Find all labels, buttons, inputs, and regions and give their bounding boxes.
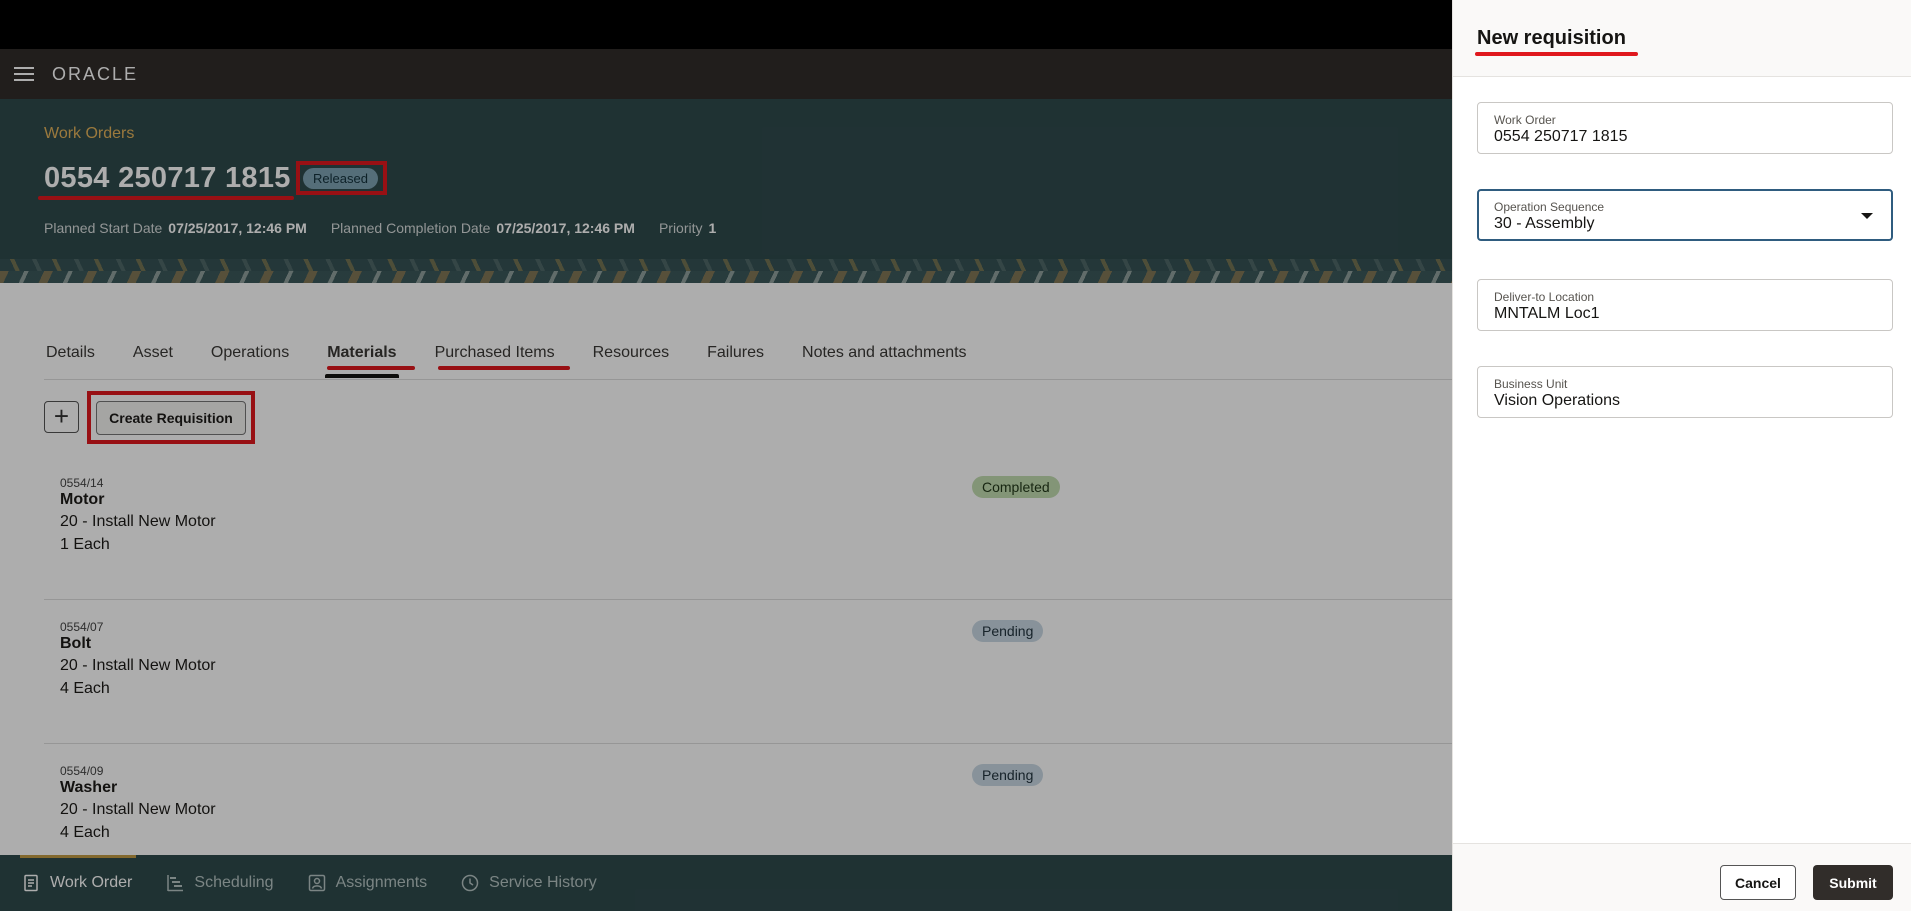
field-value: Vision Operations [1494, 392, 1620, 409]
work-order-field[interactable]: Work Order 0554 250717 1815 [1477, 102, 1893, 154]
drawer-title-highlight-underline [1475, 52, 1638, 56]
field-label: Work Order [1494, 113, 1556, 127]
chevron-down-icon[interactable] [1861, 213, 1873, 219]
new-requisition-drawer: New requisition Work Order 0554 250717 1… [1452, 0, 1911, 911]
deliver-to-location-field[interactable]: Deliver-to Location MNTALM Loc1 [1477, 279, 1893, 331]
drawer-header: New requisition [1453, 0, 1911, 77]
submit-button[interactable]: Submit [1813, 865, 1893, 900]
drawer-footer: Cancel Submit [1453, 843, 1911, 911]
field-label: Business Unit [1494, 377, 1568, 391]
modal-backdrop[interactable] [0, 0, 1452, 911]
business-unit-field[interactable]: Business Unit Vision Operations [1477, 366, 1893, 418]
cancel-button[interactable]: Cancel [1720, 865, 1796, 900]
field-label: Deliver-to Location [1494, 290, 1595, 304]
field-label: Operation Sequence [1494, 200, 1605, 214]
field-value: 0554 250717 1815 [1494, 128, 1628, 145]
work-order-page: ORACLE Work Orders 0554 250717 1815 Rele… [0, 0, 1452, 911]
operation-sequence-select[interactable]: Operation Sequence 30 - Assembly [1477, 189, 1893, 241]
field-value: MNTALM Loc1 [1494, 305, 1600, 322]
drawer-title: New requisition [1477, 27, 1626, 49]
field-value: 30 - Assembly [1494, 215, 1595, 232]
